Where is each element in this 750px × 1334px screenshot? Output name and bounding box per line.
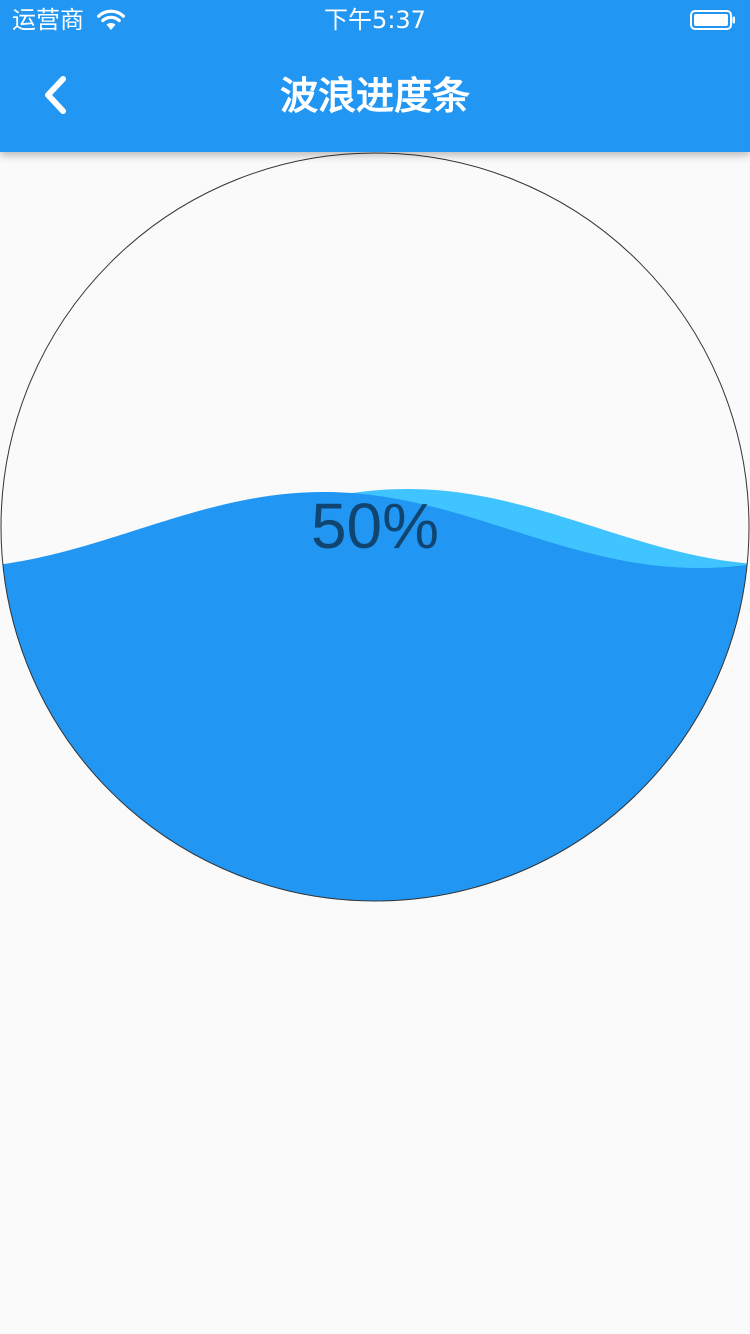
page-title: 波浪进度条 [279,74,470,118]
navigation-bar: 波浪进度条 [0,40,750,152]
battery-icon [690,10,735,30]
wave-progress-graphic: 50% [0,152,750,902]
wave-progress-indicator: 50% [0,152,750,902]
app-bar: 运营商 下午5:37 波浪进度条 [0,0,750,152]
status-bar: 运营商 下午5:37 [0,0,750,40]
status-time: 下午5:37 [324,6,426,34]
progress-percentage: 50% [311,490,439,562]
